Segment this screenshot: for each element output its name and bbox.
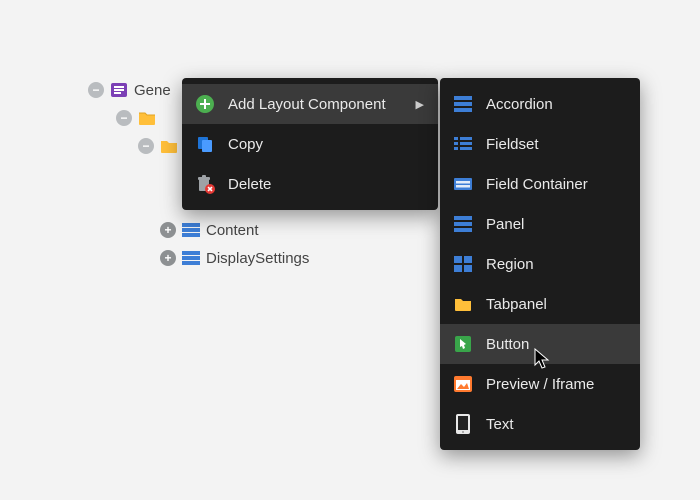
menu-item-label: Add Layout Component bbox=[228, 96, 386, 113]
menu-item-label: Region bbox=[486, 256, 534, 273]
menu-item-label: Panel bbox=[486, 216, 524, 233]
tree-root-label: Gene bbox=[134, 82, 171, 99]
submenu-item-fieldset[interactable]: Fieldset bbox=[440, 124, 640, 164]
folder-icon bbox=[452, 293, 474, 315]
menu-item-copy[interactable]: Copy bbox=[182, 124, 438, 164]
panel-icon bbox=[182, 249, 200, 267]
menu-item-label: Field Container bbox=[486, 176, 588, 193]
menu-item-label: Tabpanel bbox=[486, 296, 547, 313]
expand-icon[interactable]: + bbox=[160, 250, 176, 266]
text-device-icon bbox=[452, 413, 474, 435]
panel-icon bbox=[182, 221, 200, 239]
tree-item-label: Content bbox=[206, 222, 259, 239]
tree-row-display[interactable]: + DisplaySettings bbox=[88, 244, 321, 272]
class-icon bbox=[110, 81, 128, 99]
panel-icon bbox=[452, 93, 474, 115]
trash-delete-icon bbox=[194, 173, 216, 195]
menu-item-delete[interactable]: Delete bbox=[182, 164, 438, 204]
collapse-icon[interactable]: − bbox=[116, 110, 132, 126]
expand-icon[interactable]: + bbox=[160, 222, 176, 238]
context-menu: Add Layout Component ▶ Copy bbox=[182, 78, 438, 210]
menu-item-label: Accordion bbox=[486, 96, 553, 113]
submenu-item-field-container[interactable]: Field Container bbox=[440, 164, 640, 204]
menu-item-label: Text bbox=[486, 416, 514, 433]
submenu-item-button[interactable]: Button bbox=[440, 324, 640, 364]
submenu-item-text[interactable]: Text bbox=[440, 404, 640, 444]
tree-row-content[interactable]: + Content bbox=[88, 216, 321, 244]
fieldset-icon bbox=[452, 133, 474, 155]
preview-icon bbox=[452, 373, 474, 395]
button-icon bbox=[452, 333, 474, 355]
folder-icon bbox=[138, 109, 156, 127]
tree-item-label: DisplaySettings bbox=[206, 250, 309, 267]
folder-icon bbox=[160, 137, 178, 155]
chevron-right-icon: ▶ bbox=[416, 98, 424, 111]
submenu-item-accordion[interactable]: Accordion bbox=[440, 84, 640, 124]
menu-item-label: Copy bbox=[228, 136, 263, 153]
submenu-item-region[interactable]: Region bbox=[440, 244, 640, 284]
field-container-icon bbox=[452, 173, 474, 195]
menu-item-label: Fieldset bbox=[486, 136, 539, 153]
region-icon bbox=[452, 253, 474, 275]
menu-item-label: Preview / Iframe bbox=[486, 376, 594, 393]
collapse-icon[interactable]: − bbox=[88, 82, 104, 98]
menu-item-add-layout-component[interactable]: Add Layout Component ▶ bbox=[182, 84, 438, 124]
copy-icon bbox=[194, 133, 216, 155]
collapse-icon[interactable]: − bbox=[138, 138, 154, 154]
panel-icon bbox=[452, 213, 474, 235]
layout-submenu: Accordion Fieldset Field Container bbox=[440, 78, 640, 450]
submenu-item-panel[interactable]: Panel bbox=[440, 204, 640, 244]
plus-circle-icon bbox=[194, 93, 216, 115]
submenu-item-tabpanel[interactable]: Tabpanel bbox=[440, 284, 640, 324]
menu-item-label: Button bbox=[486, 336, 529, 353]
submenu-item-preview[interactable]: Preview / Iframe bbox=[440, 364, 640, 404]
menu-item-label: Delete bbox=[228, 176, 271, 193]
